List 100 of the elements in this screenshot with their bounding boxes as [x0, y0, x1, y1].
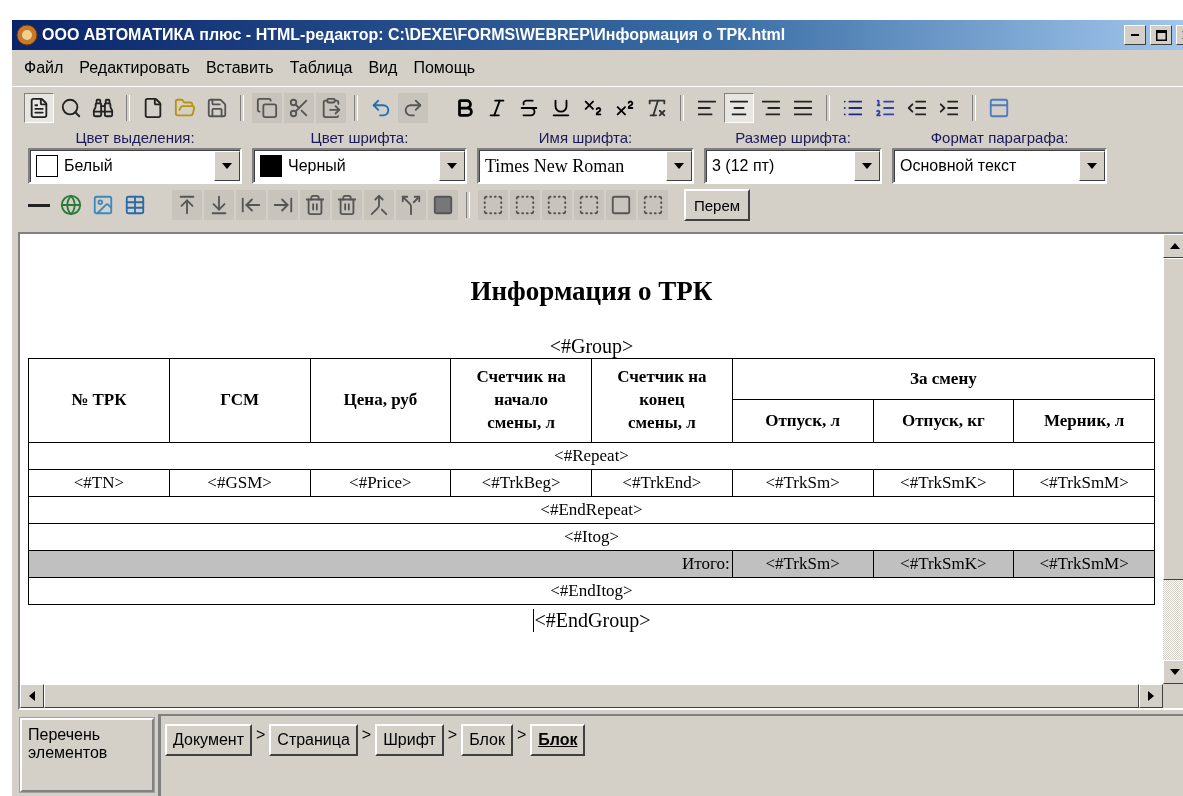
table-cell: <#TN>: [28, 469, 170, 497]
breadcrumb-button[interactable]: Документ: [165, 724, 252, 756]
column-header: Мерник, л: [1013, 399, 1155, 443]
table-cell: <#TrkSmK>: [873, 550, 1014, 578]
table-cell: <#TrkSm>: [732, 469, 873, 497]
breadcrumb-button[interactable]: Блок: [461, 724, 513, 756]
column-header: Отпуск, кг: [873, 399, 1014, 443]
dropdown[interactable]: 3 (12 пт): [704, 148, 882, 184]
clear-format-icon: [646, 97, 668, 119]
dotted-border-icon: [546, 194, 568, 216]
dotted-border-icon: [642, 194, 664, 216]
strikethrough-icon: [518, 97, 540, 119]
redo-icon: [402, 97, 424, 119]
vertical-scrollbar[interactable]: [1163, 234, 1183, 684]
table-cell: <#Price>: [310, 469, 451, 497]
table-cell: <#GSM>: [169, 469, 310, 497]
copy-icon: [256, 97, 278, 119]
elements-list-label: Перечень элементов: [20, 718, 154, 792]
document-heading: Информация о ТРК: [470, 276, 713, 307]
template-tag: <#Repeat>: [28, 442, 1155, 470]
breadcrumb-separator: >: [516, 726, 527, 744]
split-cells-icon: [400, 194, 422, 216]
dotted-border-icon: [482, 194, 504, 216]
column-header: Цена, руб: [310, 358, 451, 443]
variable-button[interactable]: Перем: [684, 189, 751, 221]
column-header: Отпуск, л: [732, 399, 873, 443]
toolbar-button[interactable]: [724, 93, 754, 123]
breadcrumb-separator: >: [447, 726, 458, 744]
template-tag: <#Itog>: [28, 523, 1155, 551]
table-icon: [124, 194, 146, 216]
field-label: Цвет шрифта:: [310, 129, 409, 146]
save-icon: [206, 97, 228, 119]
column-header: Счетчик на начало смены, л: [450, 358, 592, 443]
column-header: ГСМ: [169, 358, 310, 443]
table-cell: <#TrkBeg>: [450, 469, 592, 497]
border-icon: [610, 194, 632, 216]
binoculars-icon: [92, 97, 114, 119]
underline-icon: [550, 97, 572, 119]
preview-icon: [60, 97, 82, 119]
horizontal-line-icon: [28, 203, 50, 207]
column-header: № ТРК: [28, 358, 170, 443]
template-tag: <#EndItog>: [28, 577, 1155, 605]
menu-item[interactable]: Редактировать: [73, 57, 196, 79]
table-cell: <#TrkSmM>: [1013, 550, 1155, 578]
menu-item[interactable]: Помощь: [407, 57, 482, 79]
maximize-icon: [1155, 29, 1167, 41]
document-edit-icon: [28, 97, 50, 119]
table-cell: <#TrkEnd>: [591, 469, 733, 497]
breadcrumb-separator: >: [256, 726, 266, 744]
filled-square-icon: [432, 194, 454, 216]
menu-item[interactable]: Файл: [18, 57, 70, 79]
breadcrumb-separator: >: [361, 726, 372, 744]
toolbar-button[interactable]: [24, 93, 54, 123]
globe-icon: [60, 194, 82, 216]
dropdown[interactable]: Основной текст: [892, 148, 1107, 184]
template-tag: <#EndGroup>: [532, 609, 651, 632]
field-label: Цвет выделения:: [75, 129, 195, 146]
scroll-left-icon[interactable]: [29, 691, 35, 701]
delete-column-icon: [336, 194, 358, 216]
template-tag: <#Group>: [549, 335, 634, 358]
column-header: Счетчик на конец смены, л: [591, 358, 733, 443]
numbered-list-icon: [874, 97, 896, 119]
horizontal-scrollbar[interactable]: [20, 684, 1163, 708]
scroll-down-icon[interactable]: [1170, 669, 1180, 675]
maximize-button[interactable]: [1150, 25, 1172, 45]
menu-item[interactable]: Таблица: [283, 57, 359, 79]
breadcrumb-button[interactable]: Блок: [530, 724, 586, 756]
minimize-icon: [1131, 34, 1139, 36]
total-label: Итого:: [28, 550, 733, 578]
merge-cells-icon: [368, 194, 390, 216]
dropdown[interactable]: Times New Roman: [477, 148, 694, 184]
menu-item[interactable]: Вставить: [199, 57, 280, 79]
image-icon: [92, 194, 114, 216]
panel-icon: [988, 97, 1010, 119]
table-cell: <#TrkSm>: [732, 550, 873, 578]
minimize-button[interactable]: [1124, 25, 1146, 45]
delete-row-icon: [304, 194, 326, 216]
window-title: ООО АВТОМАТИКА плюс - HTML-редактор: C:\DEXE\FORMS\WEBREP\Информация о ТРК.html: [42, 26, 787, 44]
breadcrumb-button[interactable]: Шрифт: [375, 724, 444, 756]
dropdown[interactable]: Белый: [28, 148, 242, 184]
field-label: Формат параграфа:: [930, 129, 1069, 146]
scroll-right-icon[interactable]: [1148, 691, 1154, 701]
template-tag: <#EndRepeat>: [28, 496, 1155, 524]
dotted-border-icon: [514, 194, 536, 216]
field-label: Имя шрифта:: [538, 129, 633, 146]
table-cell: <#TrkSmK>: [873, 469, 1014, 497]
app-logo-icon: [16, 24, 38, 46]
field-label: Размер шрифта:: [735, 129, 851, 146]
scroll-up-icon[interactable]: [1170, 243, 1180, 249]
undo-icon: [370, 97, 392, 119]
paste-icon: [320, 97, 342, 119]
breadcrumb-button[interactable]: Страница: [269, 724, 358, 756]
table-cell: <#TrkSmM>: [1013, 469, 1155, 497]
folder-icon: [174, 97, 196, 119]
column-group-header: За смену: [732, 358, 1155, 400]
scissors-icon: [288, 97, 310, 119]
menu-item[interactable]: Вид: [362, 57, 404, 79]
dropdown[interactable]: Черный: [252, 148, 467, 184]
new-file-icon: [142, 97, 164, 119]
dotted-border-icon: [578, 194, 600, 216]
